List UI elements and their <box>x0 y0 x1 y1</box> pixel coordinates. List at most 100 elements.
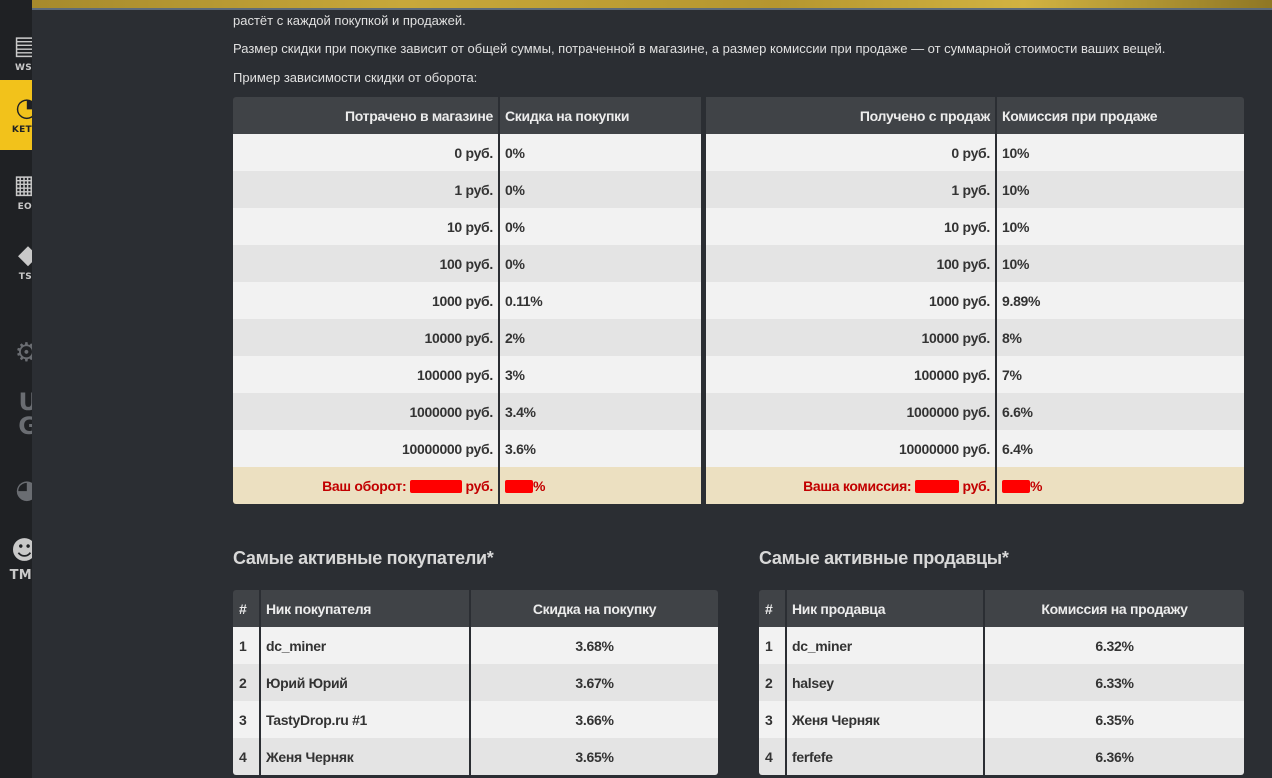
commission-cell: 6.6% <box>996 393 1244 430</box>
rank-cell: 1 <box>233 627 261 664</box>
sidebar-item-market[interactable]: ◔ KET <box>0 80 32 150</box>
spent-cell: 10000000 руб. <box>233 430 500 467</box>
received-cell: 10000000 руб. <box>703 430 997 467</box>
percent-sign: % <box>533 477 546 494</box>
sidebar-item-pubg[interactable]: U G <box>0 382 32 446</box>
sidebar-item-label: KET <box>11 125 32 135</box>
col-seller-nick: Ник продавца <box>786 590 985 627</box>
table-row: 4 Женя Черняк 3.65% <box>233 738 718 775</box>
sidebar-item-label: EO <box>17 202 32 212</box>
sellers-table: # Ник продавца Комиссия на продажу 1 dc_m… <box>759 590 1244 775</box>
commission-cell: 6.4% <box>996 430 1244 467</box>
currency-label: руб. <box>465 477 494 494</box>
table-row: 100 руб. 0% 100 руб. 10% <box>233 245 1244 282</box>
redacted-value <box>1002 480 1030 494</box>
sidebar-item-label: TS <box>18 272 32 282</box>
col-commission: Комиссия при продаже <box>996 97 1244 134</box>
rank-cell: 3 <box>233 701 261 738</box>
sidebar-item-label: TM <box>9 567 32 583</box>
col-buyer-nick: Ник покупателя <box>260 590 471 627</box>
your-commission-cell: % <box>996 467 1244 504</box>
turnover-cell: Ваш оборот: руб. <box>233 467 500 504</box>
discount-cell: 0% <box>499 171 706 208</box>
col-received: Получено с продаж <box>703 97 997 134</box>
commission-label: Ваша комиссия: <box>803 477 912 494</box>
sellers-title: Самые активные продавцы* <box>759 548 1009 568</box>
col-buyer-discount: Скидка на покупку <box>470 590 718 627</box>
spent-cell: 100000 руб. <box>233 356 500 393</box>
buyer-nick[interactable]: dc_miner <box>260 627 471 664</box>
tm-mascot: ☻ <box>10 535 32 566</box>
col-rank: # <box>233 590 261 627</box>
sidebar-item-bets[interactable]: ◆ TS <box>0 227 32 297</box>
top-banner <box>32 0 1272 10</box>
intro-line-1: растёт с каждой покупкой и продажей. <box>233 13 466 28</box>
turnover-label: Ваш оборот: <box>322 477 407 494</box>
table-row: 1000000 руб. 3.4% 1000000 руб. 6.6% <box>233 393 1244 430</box>
intro-line-2: Размер скидки при покупке зависит от общ… <box>233 41 1166 56</box>
csgo-logo: ⚙ <box>14 338 32 368</box>
table-row: 2 halsey 6.33% <box>759 664 1244 701</box>
total-row: Ваш оборот: руб.% Ваша комиссия: руб.% <box>233 467 1244 504</box>
discount-cell: 0% <box>499 245 706 282</box>
gamepad-icon: ◕ <box>15 475 32 505</box>
received-cell: 0 руб. <box>703 134 997 171</box>
table-row: 1 руб. 0% 1 руб. 10% <box>233 171 1244 208</box>
table-row: 10 руб. 0% 10 руб. 10% <box>233 208 1244 245</box>
col-discount: Скидка на покупки <box>499 97 706 134</box>
table-row: 4 ferfefe 6.36% <box>759 738 1244 775</box>
received-cell: 1000000 руб. <box>703 393 997 430</box>
redacted-value <box>505 480 533 494</box>
commission-cell: 8% <box>996 319 1244 356</box>
discount-cell: 0% <box>499 134 706 171</box>
spent-cell: 10000 руб. <box>233 319 500 356</box>
market-icon: ◔ <box>15 93 32 123</box>
seller-nick[interactable]: Женя Черняк <box>786 701 985 738</box>
sidebar-item-games[interactable]: ◕ <box>0 455 32 525</box>
sidebar-item-video[interactable]: ▦ EO <box>0 157 32 227</box>
buyers-table: # Ник покупателя Скидка на покупку 1 dc_m… <box>233 590 718 775</box>
commission-cell: 10% <box>996 245 1244 282</box>
commission-total-cell: Ваша комиссия: руб. <box>703 467 997 504</box>
received-cell: 100 руб. <box>703 245 997 282</box>
redacted-value <box>914 480 959 494</box>
pubg-logo-g: G <box>18 412 32 440</box>
table-row: 3 Женя Черняк 6.35% <box>759 701 1244 738</box>
discount-cell: 0.11% <box>499 282 706 319</box>
rank-cell: 2 <box>233 664 261 701</box>
sidebar-item-csgo[interactable]: ⚙ <box>0 318 32 388</box>
sidebar-item-tm[interactable]: ☻ TM <box>0 525 32 595</box>
spent-cell: 1000 руб. <box>233 282 500 319</box>
buyer-nick[interactable]: Юрий Юрий <box>260 664 471 701</box>
currency-label: руб. <box>962 477 991 494</box>
intro-line-3: Пример зависимости скидки от оборота: <box>233 70 478 85</box>
pubg-logo: U <box>18 388 33 416</box>
sellers-table-header: # Ник продавца Комиссия на продажу <box>759 590 1244 627</box>
col-spent: Потрачено в магазине <box>233 97 500 134</box>
buyer-nick[interactable]: Женя Черняк <box>260 738 471 775</box>
rank-cell: 3 <box>759 701 787 738</box>
received-cell: 10000 руб. <box>703 319 997 356</box>
discount-cell: 0% <box>499 208 706 245</box>
spent-cell: 10 руб. <box>233 208 500 245</box>
discount-table: Потрачено в магазине Скидка на покупки П… <box>233 97 1244 504</box>
sidebar-item-news[interactable]: ▤ WS <box>0 18 32 88</box>
spent-cell: 0 руб. <box>233 134 500 171</box>
discount-cell: 2% <box>499 319 706 356</box>
seller-nick[interactable]: dc_miner <box>786 627 985 664</box>
bets-icon: ◆ <box>18 240 32 270</box>
seller-commission: 6.32% <box>984 627 1244 664</box>
buyer-discount: 3.65% <box>470 738 718 775</box>
seller-nick[interactable]: halsey <box>786 664 985 701</box>
sidebar: ▤ WS ◔ KET ▦ EO ◆ TS ⚙ U G ◕ ☻ TM <box>0 0 32 778</box>
table-row: 10000 руб. 2% 10000 руб. 8% <box>233 319 1244 356</box>
table-row: 0 руб. 0% 0 руб. 10% <box>233 134 1244 171</box>
buyer-discount: 3.66% <box>470 701 718 738</box>
buyer-nick[interactable]: TastyDrop.ru #1 <box>260 701 471 738</box>
received-cell: 1 руб. <box>703 171 997 208</box>
commission-cell: 10% <box>996 134 1244 171</box>
news-icon: ▤ <box>13 31 32 61</box>
table-row: 1000 руб. 0.11% 1000 руб. 9.89% <box>233 282 1244 319</box>
seller-nick[interactable]: ferfefe <box>786 738 985 775</box>
discount-cell: 3.6% <box>499 430 706 467</box>
